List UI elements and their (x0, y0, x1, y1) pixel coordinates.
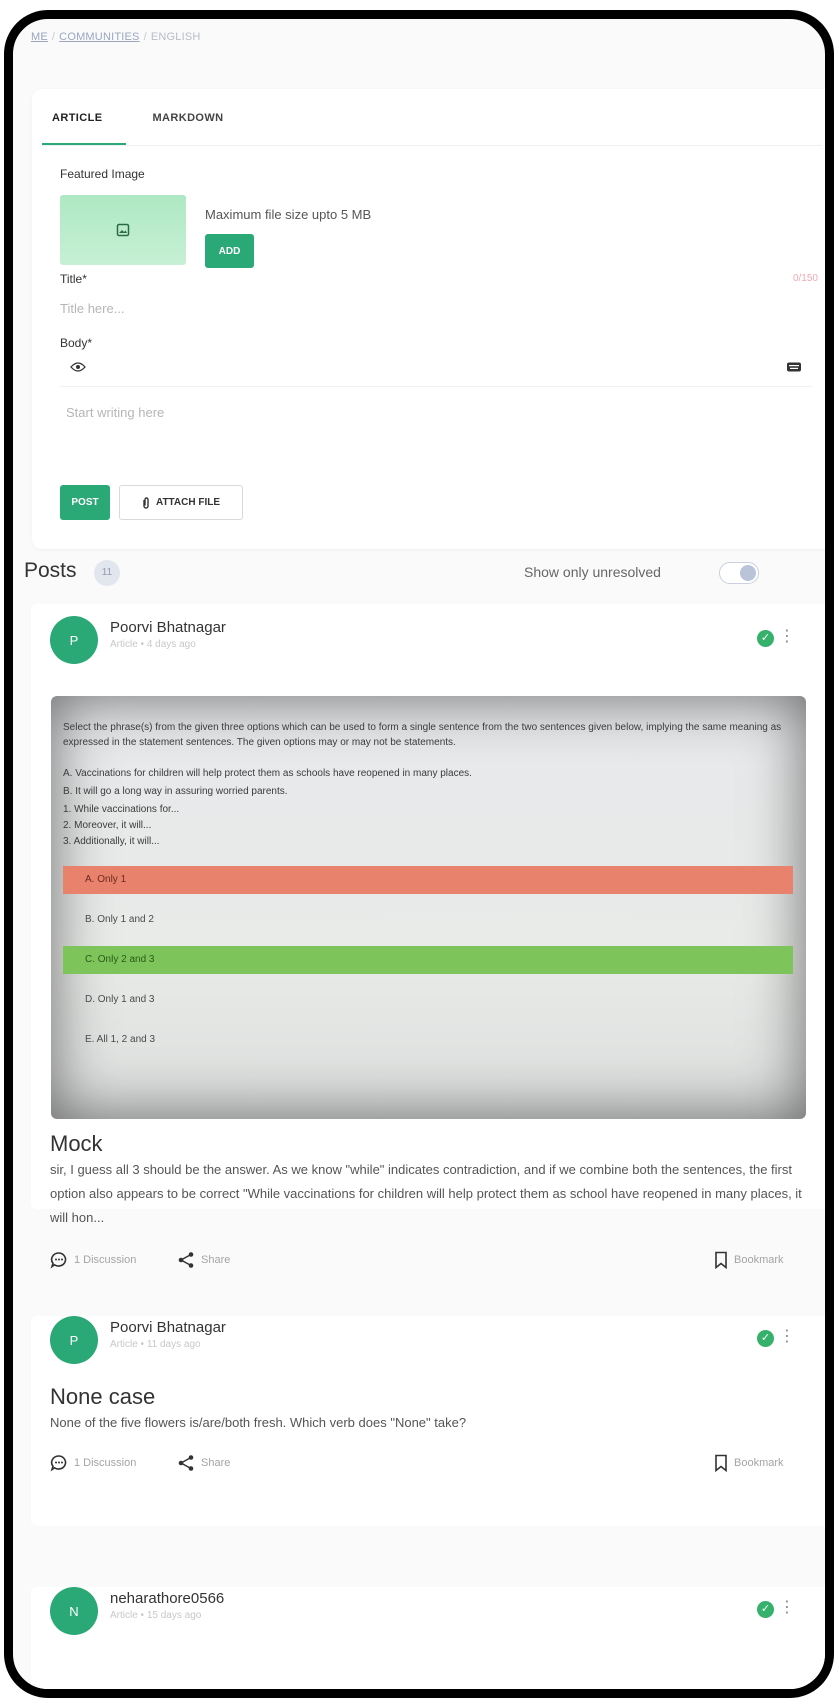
breadcrumb-home[interactable]: ME (31, 31, 48, 43)
avatar[interactable]: P (50, 1316, 98, 1364)
answer-option: E. All 1, 2 and 3 (85, 1034, 156, 1045)
unresolved-toggle-label: Show only unresolved (524, 564, 661, 580)
posts-header: Posts 11 Show only unresolved (24, 549, 824, 589)
resolved-check-icon: ✓ (757, 630, 774, 647)
avatar[interactable]: N (50, 1587, 98, 1635)
more-options-icon[interactable]: ⋮ (779, 626, 795, 646)
post-meta: Article • 11 days ago (110, 1339, 201, 1350)
post-image[interactable]: Select the phrase(s) from the given thre… (51, 696, 806, 1119)
answer-option-wrong: A. Only 1 (63, 866, 793, 894)
paperclip-icon (143, 496, 149, 509)
share-icon (178, 1455, 194, 1471)
share-label: Share (201, 1457, 231, 1469)
answer-option: B. Only 1 and 2 (85, 914, 154, 925)
bookmark-icon (715, 1251, 727, 1269)
question-line-b: B. It will go a long way in assuring wor… (63, 786, 288, 797)
preview-eye-icon[interactable] (70, 361, 86, 376)
max-file-size-text: Maximum file size upto 5 MB (205, 207, 372, 222)
post-actions: 1 Discussion Share Bookmark (50, 1454, 810, 1476)
breadcrumb: ME / COMMUNITIES / ENGLISH (31, 31, 201, 43)
tab-article[interactable]: ARTICLE (42, 111, 128, 145)
unresolved-toggle[interactable] (719, 562, 759, 584)
post-editor: ARTICLE MARKDOWN Featured Image Maximum … (32, 89, 825, 549)
bookmark-label: Bookmark (734, 1254, 784, 1266)
breadcrumb-current: ENGLISH (150, 31, 201, 43)
post-title[interactable]: None case (50, 1384, 155, 1410)
comment-icon (50, 1455, 67, 1472)
post-card: P Poorvi Bhatnagar Article • 4 days ago … (31, 604, 825, 1225)
question-option-3: 3. Additionally, it will... (63, 836, 160, 847)
question-text: Select the phrase(s) from the given thre… (63, 722, 782, 748)
bookmark-action[interactable]: Bookmark (714, 1454, 784, 1472)
featured-image-label: Featured Image (60, 167, 145, 181)
title-label: Title* (60, 272, 87, 286)
posts-title: Posts (24, 559, 77, 582)
avatar[interactable]: P (50, 616, 98, 664)
post-meta: Article • 4 days ago (110, 639, 196, 650)
share-action[interactable]: Share (177, 1251, 230, 1269)
image-icon (116, 223, 130, 237)
question-option-1: 1. While vaccinations for... (63, 804, 180, 815)
post-author[interactable]: neharathore0566 (110, 1590, 224, 1607)
keyboard-icon[interactable] (786, 361, 802, 376)
tab-markdown[interactable]: MARKDOWN (142, 111, 233, 145)
post-button[interactable]: POST (60, 485, 110, 520)
tabs-divider (42, 145, 822, 146)
toggle-knob (740, 565, 756, 581)
bookmark-action[interactable]: Bookmark (714, 1251, 784, 1269)
post-body: sir, I guess all 3 should be the answer.… (50, 1162, 802, 1225)
title-input[interactable] (60, 294, 800, 322)
discussion-action[interactable]: 1 Discussion (50, 1454, 136, 1472)
post-title[interactable]: Mock (50, 1131, 103, 1157)
discussion-count: 1 Discussion (74, 1254, 137, 1266)
question-option-2: 2. Moreover, it will... (63, 820, 152, 831)
post-body: None of the five flowers is/are/both fre… (50, 1415, 467, 1430)
editor-tabs: ARTICLE MARKDOWN (42, 111, 234, 145)
bookmark-icon (715, 1454, 727, 1472)
post-actions: 1 Discussion Share Bookmark (50, 1251, 810, 1273)
more-options-icon[interactable]: ⋮ (779, 1597, 795, 1617)
post-author[interactable]: Poorvi Bhatnagar (110, 1319, 226, 1336)
featured-image-preview[interactable] (60, 195, 186, 265)
question-line-a: A. Vaccinations for children will help p… (63, 768, 472, 779)
answer-option-correct: C. Only 2 and 3 (63, 946, 793, 974)
share-action[interactable]: Share (177, 1454, 230, 1472)
breadcrumb-communities[interactable]: COMMUNITIES (59, 31, 139, 43)
body-toolbar (60, 351, 812, 387)
post-card: P Poorvi Bhatnagar Article • 11 days ago… (31, 1316, 825, 1526)
share-icon (178, 1252, 194, 1268)
body-editor[interactable]: Start writing here (60, 399, 800, 459)
post-author[interactable]: Poorvi Bhatnagar (110, 619, 226, 636)
comment-icon (50, 1252, 67, 1269)
resolved-check-icon: ✓ (757, 1330, 774, 1347)
post-meta: Article • 15 days ago (110, 1610, 202, 1621)
more-options-icon[interactable]: ⋮ (779, 1326, 795, 1346)
attach-file-button[interactable]: ATTACH FILE (119, 485, 243, 520)
post-card: N neharathore0566 Article • 15 days ago … (31, 1587, 825, 1689)
posts-count-badge: 11 (94, 560, 120, 586)
resolved-check-icon: ✓ (757, 1601, 774, 1618)
share-label: Share (201, 1254, 231, 1266)
attach-file-label: ATTACH FILE (155, 497, 221, 508)
answer-option: D. Only 1 and 3 (85, 994, 155, 1005)
body-label: Body* (60, 336, 93, 350)
title-char-count: 0/150 (792, 273, 818, 284)
discussion-action[interactable]: 1 Discussion (50, 1251, 136, 1269)
device-frame: ME / COMMUNITIES / ENGLISH ARTICLE MARKDOWN … (4, 10, 834, 1698)
add-image-button[interactable]: ADD (205, 234, 254, 268)
discussion-count: 1 Discussion (74, 1457, 137, 1469)
bookmark-label: Bookmark (734, 1457, 784, 1469)
screen: ME / COMMUNITIES / ENGLISH ARTICLE MARKDOWN … (13, 19, 825, 1689)
